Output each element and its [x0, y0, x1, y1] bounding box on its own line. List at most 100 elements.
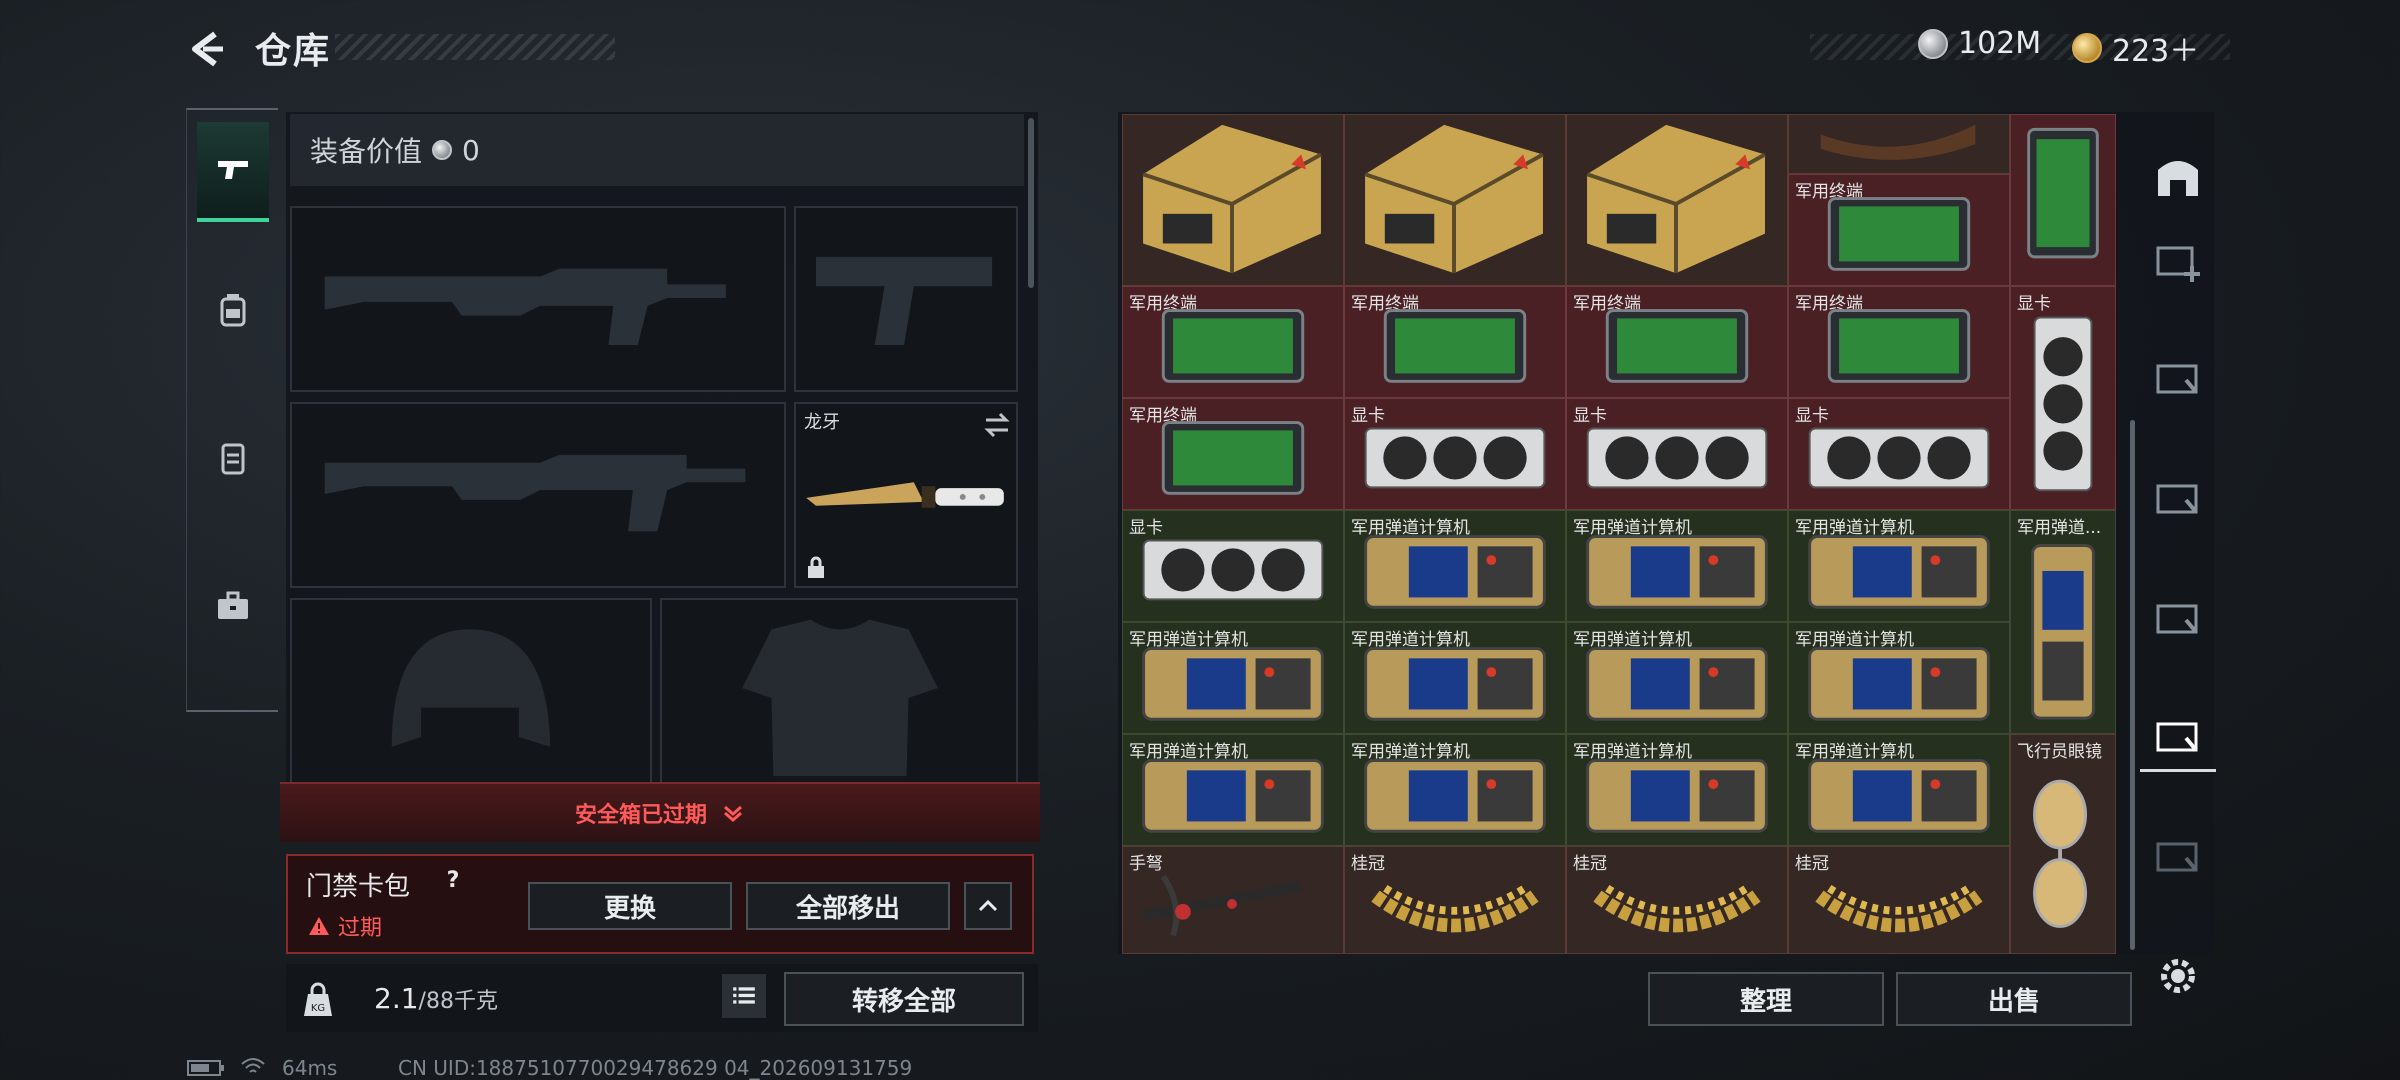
inventory-item-military-terminal[interactable]: 军用终端	[1788, 174, 2010, 286]
inventory-item-laurel[interactable]: 桂冠	[1344, 846, 1566, 954]
equipment-value-label: 装备价值	[310, 135, 423, 168]
inventory-item-ballistic-computer[interactable]: 军用弹道计算机	[1344, 734, 1566, 846]
ballistic-computer-icon	[1586, 535, 1768, 609]
inventory-item-ballistic-computer[interactable]: 军用弹道计算机	[1566, 734, 1788, 846]
primary-weapon-slot[interactable]	[290, 206, 786, 392]
ballistic-computer-icon	[1364, 759, 1546, 833]
equipment-scrollbar[interactable]	[1028, 118, 1034, 288]
move-all-out-button[interactable]: 全部移出	[746, 882, 950, 930]
ballistic-computer-icon	[1142, 647, 1324, 721]
backpack-icon	[220, 294, 246, 327]
inventory-item-ballistic-computer[interactable]: 军用弹道计算机	[1122, 622, 1344, 734]
pistol-slot[interactable]	[794, 206, 1018, 392]
inventory-item-ballistic-computer[interactable]: 军用弹道计算机	[1788, 622, 2010, 734]
equipment-value-header: 装备价值 0	[290, 114, 1024, 186]
tab-weapons[interactable]	[197, 122, 269, 222]
crate-icon	[1586, 124, 1766, 274]
inventory-item-military-terminal[interactable]: 军用终端	[1122, 398, 1344, 510]
settings-button[interactable]	[2150, 948, 2206, 1004]
terminal-icon	[1383, 309, 1527, 383]
inventory-item-laurel[interactable]: 桂冠	[1788, 846, 2010, 954]
inventory-item-partial[interactable]	[1788, 114, 2010, 174]
leather-item-icon	[1820, 124, 1976, 160]
inventory-item-laurel[interactable]: 桂冠	[1566, 846, 1788, 954]
tab-vest[interactable]	[197, 408, 269, 508]
pistol-silhouette-icon	[815, 256, 993, 345]
container-tab-6[interactable]	[2150, 828, 2206, 884]
inventory-item-gpu[interactable]: 显卡	[1344, 398, 1566, 510]
terminal-icon	[1161, 309, 1305, 383]
inventory-item-crossbow[interactable]: 手弩	[1122, 846, 1344, 954]
expired-text: 过期	[338, 916, 383, 941]
inventory-item-crate[interactable]	[1122, 114, 1344, 286]
inventory-item-ballistic-computer[interactable]: 军用弹道计算机	[1788, 734, 2010, 846]
container-tab-2[interactable]	[2150, 350, 2206, 406]
inventory-item-ballistic-computer[interactable]: 军用弹道计算机	[1344, 622, 1566, 734]
card-bag-expired: 过期	[308, 910, 382, 942]
armor-slot[interactable]	[660, 598, 1018, 784]
terminal-icon	[1605, 309, 1749, 383]
container-tab-shelter[interactable]	[2150, 150, 2206, 206]
swap-icon[interactable]	[982, 410, 1012, 440]
inventory-item-ballistic-computer[interactable]: 军用弹道计算机	[1566, 510, 1788, 622]
inventory-item-military-terminal[interactable]: 军用终端	[1122, 286, 1344, 398]
inventory-item-military-terminal[interactable]	[2010, 114, 2116, 286]
gpu-icon	[1586, 427, 1768, 489]
container-tab-4[interactable]	[2150, 590, 2206, 646]
tab-case[interactable]	[197, 556, 269, 656]
inventory-item-gpu[interactable]: 显卡	[1122, 510, 1344, 622]
card-bag-title: 门禁卡包	[306, 872, 411, 902]
container-tab-add[interactable]	[2150, 232, 2206, 288]
ballistic-computer-icon	[1586, 759, 1768, 833]
title-decoration	[335, 34, 615, 60]
replace-button[interactable]: 更换	[528, 882, 732, 930]
collapse-button[interactable]	[964, 882, 1012, 930]
helmet-slot[interactable]	[290, 598, 652, 784]
melee-slot[interactable]: 龙牙	[794, 402, 1018, 588]
sort-button[interactable]: 整理	[1648, 972, 1884, 1026]
gold-amount: 223＋	[2112, 34, 2200, 69]
tab-backpack[interactable]	[197, 260, 269, 360]
list-icon	[733, 987, 755, 1004]
container-tab-3[interactable]	[2150, 470, 2206, 526]
gpu-icon	[1808, 427, 1990, 489]
inventory-item-ballistic-computer[interactable]: 军用弹道计算机	[1122, 734, 1344, 846]
rifle-silhouette-icon	[324, 454, 746, 532]
vest-icon	[221, 443, 245, 475]
secondary-weapon-slot[interactable]	[290, 402, 786, 588]
inventory-grid: 军用终端 军用终端 军用终端 军用终端 军用终端 显卡 军用终端 显卡 显卡 显…	[1122, 114, 2116, 954]
sell-button[interactable]: 出售	[1896, 972, 2132, 1026]
inventory-item-gpu[interactable]: 显卡	[1788, 398, 2010, 510]
equipment-value: 0	[462, 133, 480, 167]
inventory-item-military-terminal[interactable]: 军用终端	[1788, 286, 2010, 398]
container-tab-5[interactable]	[2150, 708, 2206, 764]
weight-max: /88千克	[418, 989, 498, 1014]
help-icon[interactable]: ?	[440, 868, 466, 896]
inventory-item-military-terminal[interactable]: 军用终端	[1566, 286, 1788, 398]
inventory-item-ballistic-computer[interactable]: 军用弹道计算机	[1788, 510, 2010, 622]
briefcase-icon	[218, 591, 248, 619]
pistol-icon	[218, 161, 248, 179]
storage-icon	[2156, 842, 2198, 872]
gold-currency[interactable]: 223＋	[2072, 26, 2199, 70]
inventory-item-gpu[interactable]: 显卡	[2010, 286, 2116, 510]
inventory-item-ballistic-computer[interactable]: 军用弹道计算机	[1344, 510, 1566, 622]
shelter-icon	[2158, 161, 2198, 196]
inventory-item-crate[interactable]	[1344, 114, 1566, 286]
inventory-item-aviator-glasses[interactable]: 飞行员眼镜	[2010, 734, 2116, 954]
equipment-tab-bar	[186, 108, 278, 712]
inventory-item-crate[interactable]	[1566, 114, 1788, 286]
inventory-item-gpu[interactable]: 显卡	[1566, 398, 1788, 510]
list-view-button[interactable]	[722, 974, 766, 1018]
aviator-glasses-icon	[2033, 779, 2088, 928]
ballistic-computer-icon	[2031, 544, 2095, 720]
terminal-icon	[1161, 421, 1305, 495]
inventory-item-ballistic-computer[interactable]: 军用弹道...	[2010, 510, 2116, 734]
inventory-item-ballistic-computer[interactable]: 军用弹道计算机	[1566, 622, 1788, 734]
inventory-scrollbar[interactable]	[2130, 420, 2135, 950]
back-arrow-icon[interactable]	[185, 28, 227, 70]
safe-box-expired-bar[interactable]: 安全箱已过期	[280, 782, 1040, 842]
transfer-all-button[interactable]: 转移全部	[784, 972, 1024, 1026]
lock-icon	[808, 556, 824, 578]
inventory-item-military-terminal[interactable]: 军用终端	[1344, 286, 1566, 398]
